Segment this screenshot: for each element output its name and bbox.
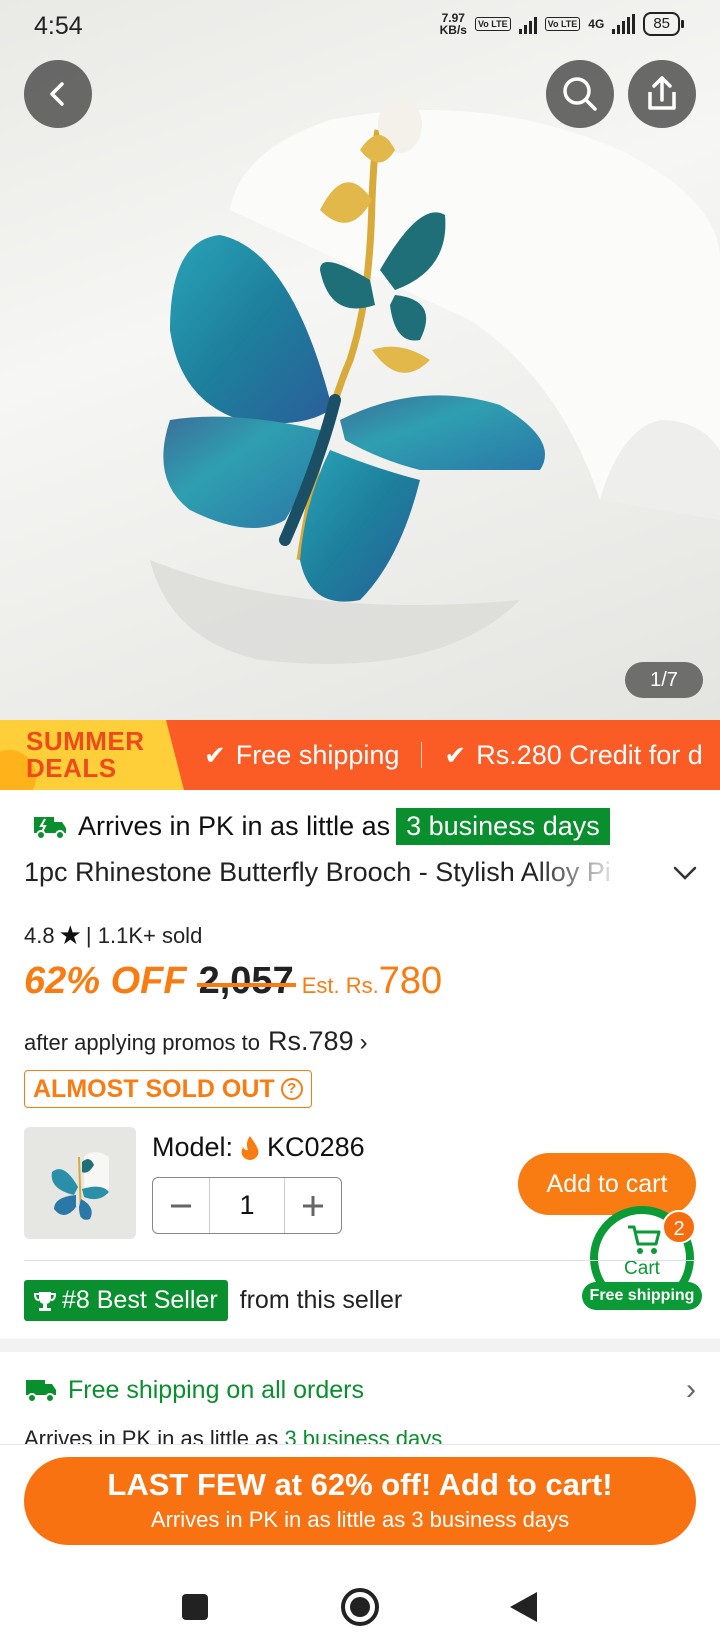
best-seller-suffix: from this seller [239, 1286, 403, 1314]
cart-icon [628, 1225, 661, 1254]
cta-main-label: LAST FEW at 62% off! Add to cart! [107, 1467, 613, 1502]
flame-icon [241, 1135, 259, 1160]
original-price: 2,057 [196, 960, 296, 1002]
recent-apps-button[interactable] [174, 1586, 216, 1628]
rating-sold-row[interactable]: 4.8 ★ | 1.1K+ sold [24, 920, 202, 951]
model-value: KC0286 [267, 1132, 365, 1162]
shipping-info-row[interactable]: Free shipping on all orders › [24, 1373, 696, 1407]
promo-row[interactable]: after applying promos to Rs.789 › [24, 1026, 368, 1057]
promo-price: Rs.789 [268, 1026, 354, 1056]
back-button[interactable] [24, 60, 92, 128]
almost-sold-out-badge[interactable]: ALMOST SOLD OUT ? [24, 1070, 312, 1108]
chevron-right-icon: › [359, 1029, 368, 1056]
quantity-stepper: 1 [152, 1177, 342, 1234]
status-icons: 7.97 KB/s Vo LTE Vo LTE 4G 85 [439, 11, 684, 37]
price-row: 62% OFF 2,057 Est. Rs. 780 [24, 960, 442, 1003]
back-arrow-icon [50, 82, 64, 106]
quantity-value[interactable]: 1 [209, 1178, 285, 1233]
chevron-right-icon: › [686, 1373, 696, 1406]
summer-deals-tag: SUMMER DEALS [0, 720, 184, 790]
cart-free-shipping: Free shipping [582, 1282, 702, 1310]
signal-icon-2 [612, 14, 636, 34]
status-bar: 4:54 7.97 KB/s Vo LTE Vo LTE 4G 85 [0, 0, 720, 54]
bottom-action-bar: LAST FEW at 62% off! Add to cart! Arrive… [0, 1444, 720, 1564]
network-speed: 7.97 KB/s [439, 11, 467, 37]
rating-value: 4.8 [24, 922, 55, 948]
model-thumbnail[interactable] [24, 1127, 136, 1239]
trophy-icon [34, 1291, 56, 1311]
stock-label: ALMOST SOLD OUT [33, 1074, 275, 1103]
promo-text: after applying promos to [24, 1030, 261, 1055]
model-label: Model: [152, 1132, 234, 1162]
arrival-prefix: Arrives in PK in as little as [78, 811, 391, 841]
product-image-gallery[interactable]: 4:54 7.97 KB/s Vo LTE Vo LTE 4G 85 1/7 [0, 0, 720, 720]
model-thumbnail-image [24, 1127, 136, 1239]
share-icon [648, 76, 676, 110]
estimated-price-label: Est. Rs. [301, 973, 379, 998]
summer-deals-title: SUMMER DEALS [26, 726, 145, 783]
volte-icon: Vo LTE [474, 17, 511, 31]
model-row: Model: KC0286 [152, 1132, 365, 1163]
home-circle-icon [341, 1588, 379, 1626]
volte-icon-2: Vo LTE [544, 17, 581, 31]
image-counter: 1/7 [625, 662, 703, 698]
summer-deals-banner[interactable]: SUMMER DEALS ✔ Free shipping ✔ Rs.280 Cr… [0, 720, 720, 790]
best-seller-rank: #8 Best Seller [62, 1286, 218, 1314]
deal-free-shipping: Free shipping [235, 739, 400, 770]
search-icon [563, 77, 597, 111]
help-icon: ? [280, 1078, 303, 1100]
divider [24, 1260, 696, 1261]
signal-icon [518, 14, 537, 34]
network-type: 4G [588, 17, 605, 31]
minus-icon [171, 1204, 191, 1207]
shipping-truck-icon [26, 1380, 56, 1403]
status-time: 4:54 [34, 12, 83, 40]
square-icon [182, 1594, 208, 1620]
sold-count: | 1.1K+ sold [85, 922, 203, 948]
battery-icon: 85 [643, 12, 684, 36]
product-title[interactable]: 1pc Rhinestone Butterfly Brooch - Stylis… [24, 857, 624, 888]
arrival-info: Arrives in PK in as little as 3 business… [32, 808, 610, 845]
last-few-add-to-cart-button[interactable]: LAST FEW at 62% off! Add to cart! Arrive… [24, 1457, 696, 1545]
cart-count-badge: 2 [662, 1210, 696, 1244]
discount-percent: 62% OFF [24, 960, 187, 1002]
shipping-title: Free shipping on all orders [68, 1375, 364, 1404]
home-button[interactable] [339, 1586, 381, 1628]
estimated-price: 780 [378, 960, 443, 1002]
share-button[interactable] [628, 60, 696, 128]
system-navigation-bar [0, 1564, 720, 1650]
decrease-quantity-button[interactable] [153, 1178, 209, 1233]
back-nav-button[interactable] [502, 1586, 544, 1628]
section-separator [0, 1339, 720, 1352]
product-photo [150, 97, 720, 664]
cta-sub-label: Arrives in PK in as little as 3 business… [150, 1507, 570, 1532]
increase-quantity-button[interactable] [285, 1178, 341, 1233]
star-icon: ★ [58, 920, 82, 950]
back-triangle-icon [510, 1592, 537, 1622]
arrival-days-badge: 3 business days [396, 808, 610, 845]
fast-delivery-truck-icon [34, 816, 66, 840]
best-seller-row[interactable]: #8 Best Seller from this seller [24, 1280, 402, 1321]
best-seller-badge: #8 Best Seller [24, 1280, 228, 1321]
deal-credit: Rs.280 Credit for d [476, 739, 703, 770]
search-button[interactable] [546, 60, 614, 128]
check-icon: ✔ [204, 739, 226, 770]
deals-benefits: ✔ Free shipping ✔ Rs.280 Credit for d [204, 720, 703, 790]
floating-cart-button[interactable]: Cart 2 Free shipping [582, 1206, 702, 1310]
chevron-down-icon[interactable] [670, 858, 700, 888]
plus-icon [303, 1195, 323, 1216]
cart-label: Cart [624, 1258, 660, 1279]
shipping-arrival-text: Arrives in PK in as little as 3 business… [24, 1426, 443, 1444]
divider [421, 742, 423, 768]
check-icon: ✔ [444, 739, 467, 770]
